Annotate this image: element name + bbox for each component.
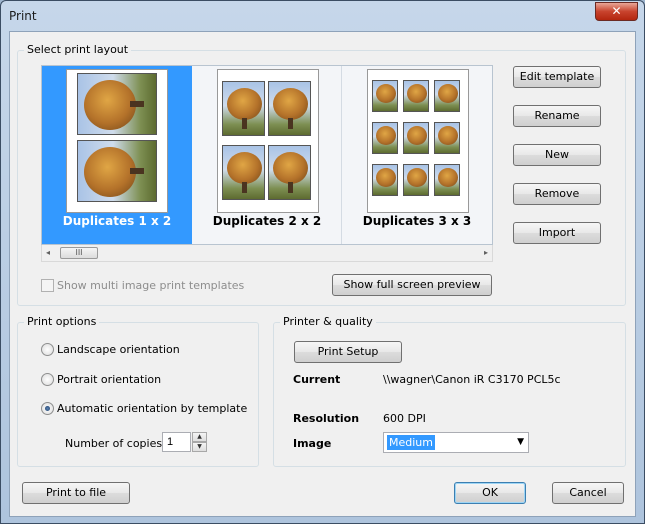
photo-thumbnail (268, 81, 311, 136)
page-preview (367, 69, 469, 213)
spin-down-icon[interactable]: ▼ (192, 442, 207, 452)
number-of-copies-label: Number of copies (65, 437, 163, 450)
title-bar[interactable]: Print ✕ (1, 1, 644, 31)
new-button[interactable]: New (513, 144, 601, 166)
portrait-orientation-label: Portrait orientation (57, 373, 162, 386)
spin-up-icon[interactable]: ▲ (192, 432, 207, 442)
print-dialog-window: Print ✕ Select print layout Duplicates 1… (0, 0, 645, 524)
print-setup-button[interactable]: Print Setup (294, 341, 402, 363)
close-icon[interactable]: ✕ (595, 2, 638, 21)
print-options-label: Print options (24, 315, 100, 328)
select-print-layout-label: Select print layout (24, 43, 132, 56)
window-title: Print (9, 9, 37, 23)
scroll-thumb[interactable]: III (60, 247, 98, 259)
photo-thumbnail (434, 80, 460, 112)
print-to-file-button[interactable]: Print to file (22, 482, 130, 504)
photo-thumbnail (222, 145, 265, 200)
image-quality-selected-value: Medium (387, 435, 435, 450)
automatic-orientation-radio[interactable] (41, 402, 54, 415)
dialog-client-area: Select print layout Duplicates 1 x 2 Dup… (9, 31, 636, 517)
page-preview (66, 69, 168, 213)
photo-thumbnail (372, 80, 398, 112)
automatic-orientation-label: Automatic orientation by template (57, 402, 248, 415)
photo-thumbnail (403, 164, 429, 196)
show-full-screen-preview-button[interactable]: Show full screen preview (332, 274, 492, 296)
current-printer-label: Current (293, 373, 341, 386)
photo-thumbnail (372, 164, 398, 196)
current-printer-value: \\wagner\Canon iR C3170 PCL5c (383, 373, 561, 386)
import-button[interactable]: Import (513, 222, 601, 244)
layout-label: Duplicates 1 x 2 (62, 214, 172, 228)
layout-label: Duplicates 2 x 2 (212, 214, 322, 228)
photo-thumbnail (268, 145, 311, 200)
landscape-orientation-radio[interactable] (41, 343, 54, 356)
cancel-button[interactable]: Cancel (552, 482, 624, 504)
layout-thumbnail-strip[interactable]: Duplicates 1 x 2 Duplicates 2 x 2 Duplic… (41, 65, 493, 245)
scroll-left-icon[interactable]: ◂ (46, 248, 50, 257)
layout-item-duplicates-2x2[interactable]: Duplicates 2 x 2 (192, 66, 342, 244)
image-quality-dropdown[interactable]: Medium ▼ (383, 432, 529, 453)
chevron-down-icon[interactable]: ▼ (517, 437, 524, 447)
photo-thumbnail (403, 80, 429, 112)
edit-template-button[interactable]: Edit template (513, 66, 601, 88)
resolution-value: 600 DPI (383, 412, 426, 425)
remove-button[interactable]: Remove (513, 183, 601, 205)
layout-item-duplicates-1x2[interactable]: Duplicates 1 x 2 (42, 66, 192, 244)
portrait-orientation-radio[interactable] (41, 373, 54, 386)
ok-button[interactable]: OK (454, 482, 526, 504)
multi-image-templates-checkbox[interactable] (41, 279, 54, 292)
page-preview (217, 69, 319, 213)
scroll-right-icon[interactable]: ▸ (484, 248, 488, 257)
printer-quality-label: Printer & quality (280, 315, 376, 328)
photo-thumbnail (77, 73, 157, 135)
photo-thumbnail (403, 122, 429, 154)
photo-thumbnail (434, 164, 460, 196)
image-quality-label: Image (293, 437, 332, 450)
landscape-orientation-label: Landscape orientation (57, 343, 180, 356)
number-of-copies-input[interactable] (162, 432, 191, 452)
multi-image-templates-label: Show multi image print templates (57, 279, 245, 292)
layout-item-duplicates-3x3[interactable]: Duplicates 3 x 3 (342, 66, 492, 244)
rename-button[interactable]: Rename (513, 105, 601, 127)
copies-spinner[interactable]: ▲ ▼ (192, 432, 207, 452)
layout-label: Duplicates 3 x 3 (362, 214, 472, 228)
photo-thumbnail (372, 122, 398, 154)
layout-horizontal-scrollbar[interactable]: ◂ III ▸ (41, 245, 493, 262)
photo-thumbnail (434, 122, 460, 154)
photo-thumbnail (222, 81, 265, 136)
photo-thumbnail (77, 140, 157, 202)
resolution-label: Resolution (293, 412, 360, 425)
